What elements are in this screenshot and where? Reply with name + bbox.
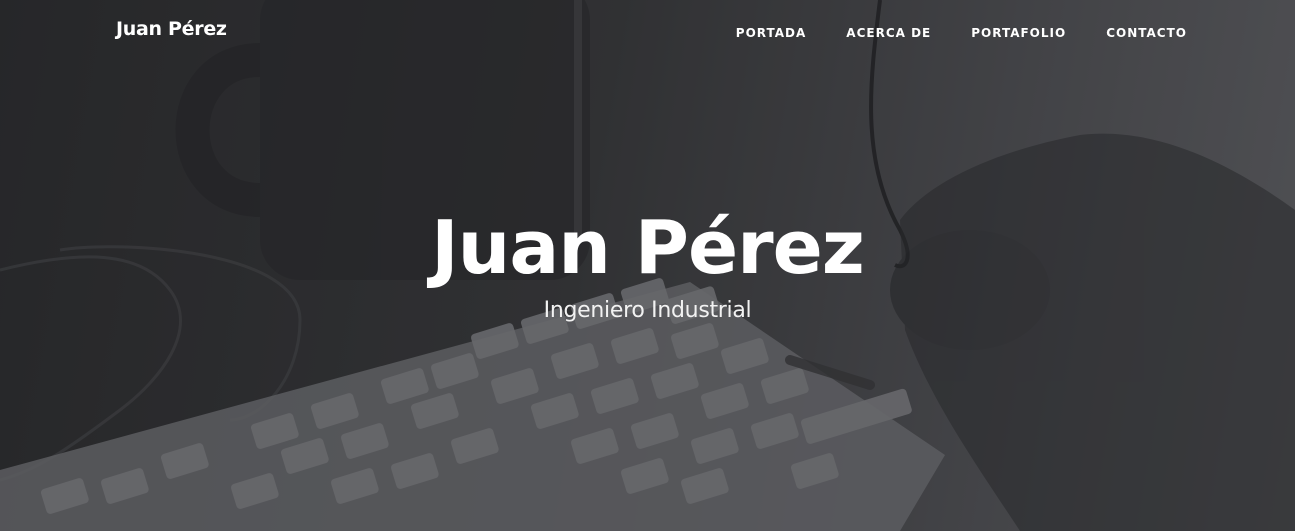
nav-item-acerca-de: ACERCA DE: [846, 24, 931, 42]
navbar: Juan Pérez PORTADA ACERCA DE PORTAFOLIO …: [0, 0, 1295, 64]
nav-link-portada[interactable]: PORTADA: [736, 26, 807, 40]
nav-link-acerca-de[interactable]: ACERCA DE: [846, 26, 931, 40]
nav-link-portafolio[interactable]: PORTAFOLIO: [971, 26, 1066, 40]
hero-title: Juan Pérez: [431, 205, 865, 291]
hero-header: Juan Pérez PORTADA ACERCA DE PORTAFOLIO …: [0, 0, 1295, 531]
nav-item-portafolio: PORTAFOLIO: [971, 24, 1066, 42]
brand-link[interactable]: Juan Pérez: [116, 18, 227, 40]
hero-subtitle: Ingeniero Industrial: [543, 298, 752, 323]
hero-intro: Juan Pérez Ingeniero Industrial: [0, 200, 1295, 323]
nav-item-contacto: CONTACTO: [1106, 24, 1187, 42]
nav-link-contacto[interactable]: CONTACTO: [1106, 26, 1187, 40]
nav-item-portada: PORTADA: [736, 24, 807, 42]
nav-links: PORTADA ACERCA DE PORTAFOLIO CONTACTO: [696, 24, 1187, 42]
